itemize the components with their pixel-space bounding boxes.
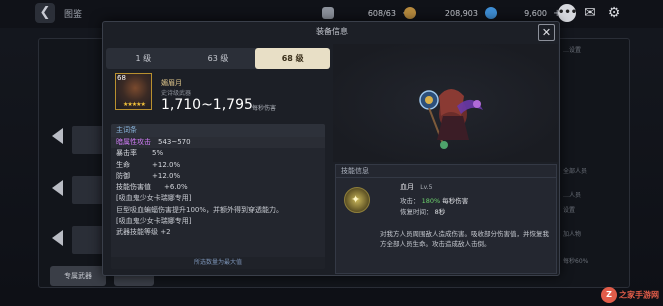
level-tabs: 1 级 63 级 68 级 bbox=[106, 48, 331, 69]
gem-value: 9,600 bbox=[524, 8, 547, 18]
coin-icon bbox=[404, 7, 416, 19]
equipment-info-dialog: 装备信息 ✕ 1 级 63 级 68 级 68 ★★★★★ 媚眉月 史诗级武器 … bbox=[102, 21, 560, 276]
stat-value: +12.0% bbox=[152, 171, 181, 180]
stat-value: 543~570 bbox=[158, 138, 191, 146]
dps-value: 1,710~1,795 bbox=[161, 97, 253, 113]
skill-title: 血月 bbox=[400, 183, 414, 191]
moon-icon: ✦ bbox=[351, 193, 361, 206]
gem-icon bbox=[485, 7, 497, 19]
close-button[interactable]: ✕ bbox=[538, 24, 555, 41]
recover-label: 恢复时间： bbox=[400, 208, 433, 216]
watermark-logo: Z bbox=[601, 287, 617, 303]
background-text: …设置 bbox=[563, 47, 582, 54]
screen: { "topbar": { "title": "图鉴", "back_glyph… bbox=[0, 0, 663, 306]
attack-label: 攻击： bbox=[400, 197, 420, 205]
character-illustration bbox=[419, 89, 483, 149]
skill-description: 对我方人员周围敌人造成伤害。吸收部分伤害值，并恢复我方全部人员生命。攻击造成敌人… bbox=[380, 230, 549, 248]
stamina-icon bbox=[322, 7, 334, 19]
stat-value: 5% bbox=[152, 149, 164, 158]
left-arrow-icon[interactable] bbox=[52, 180, 63, 196]
skill-name: 血月 Lv.5 bbox=[400, 182, 432, 192]
stamina-value: 608/63 bbox=[367, 8, 396, 18]
left-arrow-icon[interactable] bbox=[52, 230, 63, 246]
equipment-details: 68 ★★★★★ 媚眉月 史诗级武器 1,710~1,795 每秒伤害 主词条 … bbox=[106, 70, 330, 275]
character-preview bbox=[333, 44, 558, 162]
mail-icon[interactable]: ✉ bbox=[581, 4, 599, 22]
special-line: 巨型吸血蝙蝠伤害提升100%，并额外得到穿透能力。 bbox=[116, 205, 284, 214]
more-menu-button[interactable]: ••• bbox=[558, 4, 577, 22]
recover-value: 8秒 bbox=[434, 208, 446, 216]
special-line: [吸血鬼少女卡瑞娜专用] bbox=[116, 217, 192, 226]
left-arrow-icon[interactable] bbox=[52, 128, 63, 144]
gold-value: 208,903 bbox=[444, 8, 478, 18]
skill-info-box: 技能信息 ✦ 血月 Lv.5 攻击： 180% 每秒伤害 恢复时间： 8秒 对我 bbox=[335, 164, 557, 274]
background-text: 全部人员 bbox=[563, 168, 588, 175]
gold-counter: 208,903 + bbox=[404, 5, 492, 21]
tab-level-68[interactable]: 68 级 bbox=[255, 48, 331, 69]
background-text: 设置 bbox=[563, 207, 576, 214]
dps-unit: 每秒伤害 bbox=[252, 105, 277, 112]
watermark: Z 之家手游网 bbox=[601, 287, 659, 303]
exclusive-weapon-button[interactable]: 专属武器 bbox=[50, 266, 106, 286]
background-text: 每秒60% bbox=[563, 258, 589, 265]
stamina-counter: 608/63 + bbox=[322, 5, 410, 21]
attack-suffix: 每秒伤害 bbox=[442, 197, 469, 205]
star-rating: ★★★★★ bbox=[123, 101, 146, 108]
weapon-name: 媚眉月 bbox=[161, 79, 182, 87]
stat-key: 防御 bbox=[116, 171, 130, 180]
stat-key: 暴击率 bbox=[116, 149, 137, 158]
dialog-title: 装备信息 bbox=[316, 27, 348, 36]
settings-icon[interactable]: ⚙ bbox=[605, 4, 623, 22]
page-title: 图鉴 bbox=[64, 10, 83, 20]
attack-value: 180% bbox=[421, 197, 441, 205]
weapon-icon: 68 ★★★★★ bbox=[115, 73, 152, 110]
background-text: …人员 bbox=[563, 192, 582, 199]
skill-header: 技能信息 bbox=[336, 165, 556, 178]
weapon-grade: 史诗级武器 bbox=[161, 90, 192, 97]
special-line: [吸血鬼少女卡瑞娜专用] bbox=[116, 194, 192, 203]
stat-key: 技能伤害值 bbox=[116, 183, 151, 192]
skill-recover-line: 恢复时间： 8秒 bbox=[400, 206, 445, 216]
stat-value: +12.0% bbox=[152, 160, 181, 169]
tab-level-63[interactable]: 63 级 bbox=[181, 48, 256, 69]
special-line: 武器技能等级 +2 bbox=[116, 228, 171, 237]
watermark-text: 之家手游网 bbox=[619, 290, 659, 300]
preview-and-skill: 技能信息 ✦ 血月 Lv.5 攻击： 180% 每秒伤害 恢复时间： 8秒 对我 bbox=[333, 44, 558, 274]
skill-level: Lv.5 bbox=[420, 184, 433, 191]
gem-counter: 9,600 + bbox=[485, 5, 561, 21]
skill-attack-line: 攻击： 180% 每秒伤害 bbox=[400, 195, 468, 205]
stat-row: 防御 +12.0% bbox=[111, 171, 325, 182]
back-button[interactable]: ❮ bbox=[35, 3, 55, 23]
weapon-level: 68 bbox=[117, 74, 126, 82]
main-stats-header: 主词条 bbox=[111, 124, 325, 137]
stat-value: +6.0% bbox=[164, 183, 188, 192]
stat-row: 暗属性攻击 543~570 bbox=[111, 137, 325, 149]
main-stats-box[interactable]: 主词条 暗属性攻击 543~570 暴击率 5% 生命 +12.0% 防御 +1… bbox=[111, 124, 325, 269]
tab-level-1[interactable]: 1 级 bbox=[106, 48, 181, 69]
stat-row: 技能伤害值 +6.0% bbox=[111, 182, 325, 193]
stat-key: 暗属性攻击 bbox=[116, 138, 151, 146]
background-text: 加人物 bbox=[563, 231, 582, 238]
blood-moon-skill-icon: ✦ bbox=[344, 187, 370, 213]
stat-row: 暴击率 5% bbox=[111, 148, 325, 159]
stats-footer: 所选数量为最大值 bbox=[111, 257, 325, 269]
stat-row: 生命 +12.0% bbox=[111, 160, 325, 171]
stat-key: 生命 bbox=[116, 160, 130, 169]
